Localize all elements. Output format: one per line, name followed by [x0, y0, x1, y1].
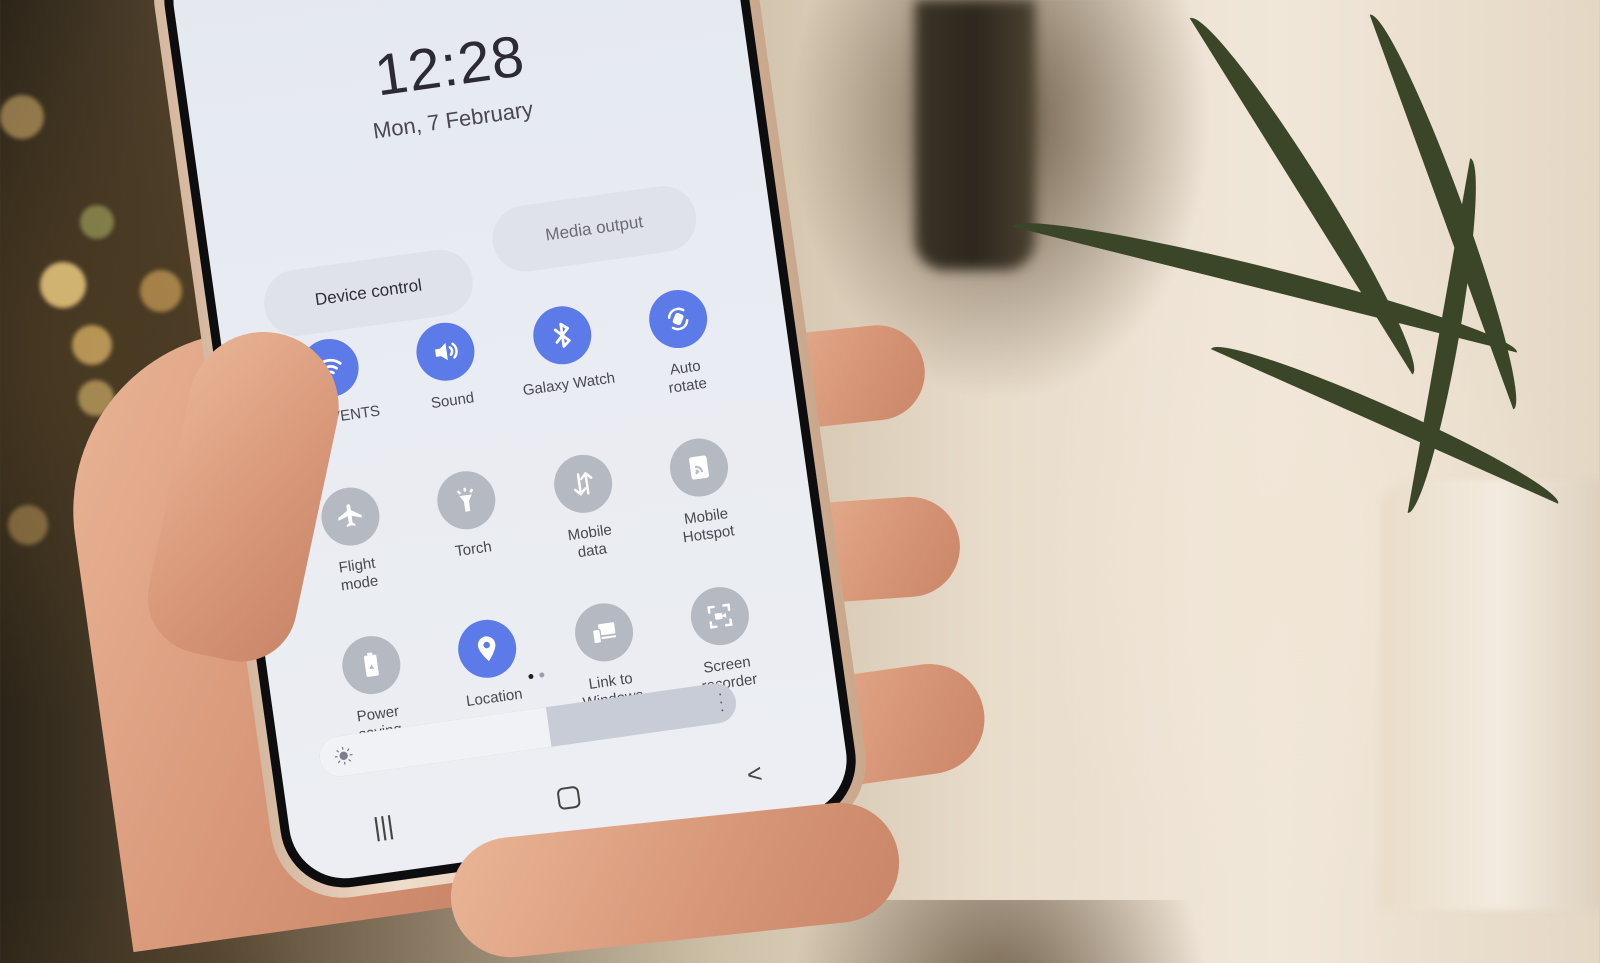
mobile-data-icon[interactable]: [550, 451, 616, 517]
tile-screen-recorder[interactable]: Screen recorder: [658, 579, 789, 700]
tile-label: Auto rotate: [667, 357, 708, 397]
tile-auto-rotate[interactable]: Auto rotate: [616, 282, 747, 403]
bokeh-light: [140, 270, 182, 312]
brightness-icon: [334, 746, 353, 765]
tile-torch[interactable]: Torch: [404, 463, 535, 584]
tile-label: Sound: [429, 389, 476, 413]
recents-button[interactable]: |||: [362, 808, 406, 844]
tile-mobile-hotspot[interactable]: Mobile Hotspot: [637, 431, 768, 552]
media-output-button[interactable]: Media output: [488, 181, 701, 276]
page-dot-active[interactable]: [528, 673, 534, 680]
auto-rotate-icon[interactable]: [645, 286, 712, 352]
tile-label: Flight mode: [337, 554, 380, 595]
tile-label: Galaxy Watch: [521, 369, 617, 400]
tile-bluetooth[interactable]: Galaxy Watch: [500, 298, 631, 419]
screen-record-icon[interactable]: [687, 583, 753, 649]
bokeh-light: [0, 95, 44, 139]
more-options-icon[interactable]: · · ·: [716, 686, 726, 719]
tile-label: Torch: [454, 538, 493, 561]
plant-pot: [1380, 480, 1600, 910]
airplane-icon[interactable]: [317, 483, 383, 550]
tile-mobile-data[interactable]: Mobile data: [521, 447, 652, 568]
plant-leaf: [1210, 330, 1567, 504]
location-icon[interactable]: [454, 616, 521, 682]
tile-sound[interactable]: Sound: [383, 315, 514, 436]
flashlight-icon[interactable]: [433, 467, 500, 533]
home-button[interactable]: [547, 782, 591, 818]
bokeh-light: [8, 505, 48, 545]
home-icon: [556, 784, 582, 810]
bokeh-light: [80, 205, 114, 239]
bluetooth-icon[interactable]: [529, 302, 595, 369]
bokeh-light: [40, 262, 86, 308]
page-dot[interactable]: [539, 672, 545, 678]
bokeh-light: [72, 325, 112, 365]
clock-time: 12:28: [370, 23, 529, 109]
link-devices-icon[interactable]: [571, 599, 637, 666]
tile-label: Mobile Hotspot: [681, 505, 736, 547]
hotspot-icon[interactable]: [666, 434, 733, 501]
quick-settings-grid: KX_EVENTS Sound Galaxy Watch: [267, 282, 789, 749]
tile-label: Mobile data: [566, 521, 613, 562]
battery-saver-icon[interactable]: [338, 632, 404, 698]
back-button[interactable]: <: [733, 756, 777, 792]
volume-icon[interactable]: [412, 318, 479, 385]
tile-label: Location: [465, 685, 524, 711]
blurred-post: [915, 0, 1035, 270]
